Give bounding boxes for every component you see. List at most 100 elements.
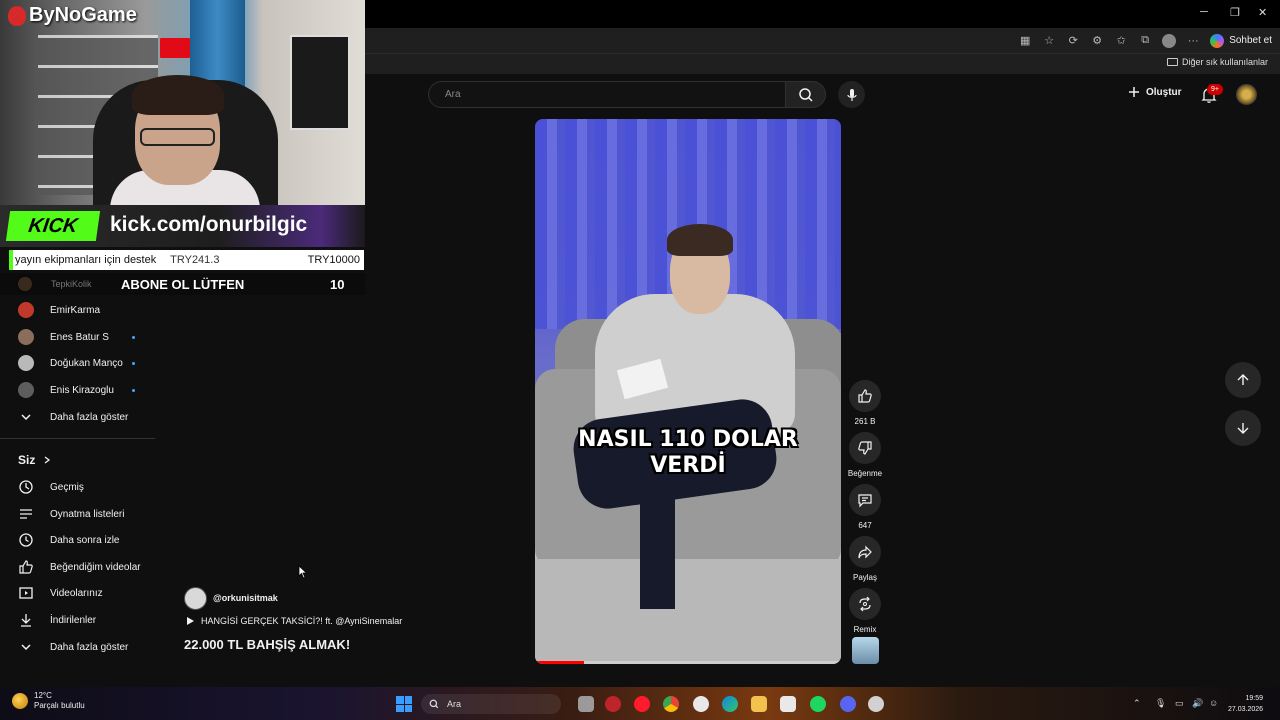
other-bookmarks-folder[interactable]: Diğer sık kullanılanlar [1166, 57, 1268, 67]
share-button[interactable]: Paylaş [848, 536, 882, 582]
sidebar-item-downloads[interactable]: İndirilenler [18, 609, 96, 631]
enis-kirazoglu-avatar [18, 382, 34, 398]
webcam-flag [160, 38, 190, 58]
enes-batur-avatar [18, 329, 34, 345]
share-circle [849, 536, 881, 568]
refresh-icon[interactable]: ⟳ [1066, 34, 1080, 48]
sidebar-item-label: Geçmiş [50, 481, 84, 493]
taskbar-search-label: Ara [447, 699, 462, 709]
notification-tray-icon[interactable]: ☺ [1209, 698, 1218, 708]
channel-name[interactable]: @orkunisitmak [213, 593, 278, 603]
subscribe-bar: TepkiKolik ABONE OL LÜTFEN 10 [0, 273, 365, 295]
remix-icon [859, 596, 871, 612]
like-count: 261 B [854, 417, 876, 426]
chrome-icon[interactable] [663, 696, 679, 712]
edge-icon[interactable] [722, 696, 738, 712]
show-more-label: Daha fazla göster [50, 641, 129, 653]
user-avatar[interactable] [1236, 84, 1257, 105]
create-button[interactable]: Oluştur [1128, 86, 1182, 98]
search-button[interactable] [786, 81, 826, 108]
voice-search-button[interactable] [838, 81, 865, 108]
like-button[interactable]: 261 B [848, 380, 882, 426]
sidebar-item-enis-kirazoglu[interactable]: Enis Kirazoglu [18, 379, 158, 401]
more-menu-button[interactable]: ··· [1186, 34, 1200, 48]
sidebar-item-emirkarma[interactable]: EmirKarma [18, 299, 100, 321]
sidebar-item-label: Beğendiğim videolar [50, 561, 141, 573]
show-more-subscriptions[interactable]: Daha fazla göster [18, 406, 128, 428]
opera-gx-icon[interactable] [605, 696, 621, 712]
chevron-right-icon [44, 456, 51, 464]
steam-icon[interactable] [868, 696, 884, 712]
channel-avatar[interactable] [184, 587, 207, 610]
app-grid-icon[interactable]: ▦ [1018, 34, 1032, 48]
task-view-icon[interactable] [578, 696, 594, 712]
sidebar-item-your-videos[interactable]: Videolarınız [18, 582, 103, 604]
sidebar-item-tepkikolik[interactable]: TepkiKolik [51, 279, 92, 289]
collections-icon[interactable]: ⧉ [1138, 34, 1152, 48]
extensions-icon[interactable]: ⚙ [1090, 34, 1104, 48]
spotify-icon[interactable] [810, 696, 826, 712]
sidebar-item-history[interactable]: Geçmiş [18, 476, 84, 498]
sidebar-item-label: Videolarınız [50, 587, 103, 599]
system-clock[interactable]: 19:59 27.03.2026 [1228, 693, 1263, 715]
sidebar-item-liked-videos[interactable]: Beğendiğim videolar [18, 556, 141, 578]
chat-button[interactable]: Sohbet et [1210, 33, 1272, 48]
tray-expand-icon[interactable]: ⌃ [1133, 698, 1141, 709]
webcam-poster [290, 35, 350, 130]
comments-circle [849, 484, 881, 516]
sidebar-item-dogukan-manco[interactable]: Doğukan Manço [18, 352, 158, 374]
sidebar-item-label: Enes Batur S [50, 331, 109, 343]
taskbar-search[interactable]: Ara [421, 694, 561, 714]
next-short-button[interactable] [1225, 410, 1261, 446]
search-input[interactable]: Ara [428, 81, 786, 108]
file-explorer-icon[interactable] [751, 696, 767, 712]
weather-temperature: 12°C [34, 691, 52, 700]
profile-avatar[interactable] [1162, 33, 1177, 48]
thumbs-down-icon [858, 441, 872, 455]
comments-button[interactable]: 647 [848, 484, 882, 530]
sidebar-item-enes-batur[interactable]: Enes Batur S [18, 326, 158, 348]
store-icon[interactable] [780, 696, 796, 712]
sidebar-item-label: İndirilenler [50, 614, 97, 626]
volume-tray-icon[interactable]: 🔊 [1192, 698, 1203, 709]
clock-date: 27.03.2026 [1228, 706, 1264, 713]
related-video-title: HANGİSİ GERÇEK TAKSİCİ?! ft. @AyniSinema… [201, 616, 403, 626]
minimize-button[interactable]: ─ [1200, 6, 1208, 18]
remix-circle [849, 588, 881, 620]
sidebar-item-playlists[interactable]: Oynatma listeleri [18, 503, 124, 525]
favorite-star-icon[interactable]: ☆ [1042, 34, 1056, 48]
bookmarks-bar: Diğer sık kullanılanlar [365, 53, 1280, 74]
download-icon [18, 612, 34, 628]
copilot-icon [1210, 33, 1225, 48]
weather-widget[interactable]: 12°C Parçalı bulutlu [12, 691, 85, 711]
dislike-button[interactable]: Beğenme [848, 432, 882, 478]
opera-icon[interactable] [634, 696, 650, 712]
thumbs-up-icon [858, 389, 872, 403]
discord-icon[interactable] [840, 696, 856, 712]
video-person-hair [667, 224, 733, 256]
search-icon [798, 87, 813, 102]
favorites-icon[interactable]: ✩ [1114, 34, 1128, 48]
you-section-heading[interactable]: Siz [18, 453, 51, 467]
maximize-button[interactable]: ❐ [1230, 6, 1240, 19]
sidebar-item-watch-later[interactable]: Daha sonra izle [18, 529, 119, 551]
short-video-player[interactable]: NASIL 110 DOLAR VERDİ [535, 119, 841, 664]
start-button[interactable] [396, 696, 412, 712]
close-window-button[interactable]: ✕ [1258, 6, 1267, 19]
microphone-tray-icon[interactable]: 🎙 [1155, 698, 1166, 709]
show-more-label: Daha fazla göster [50, 411, 129, 423]
sound-thumbnail[interactable] [852, 637, 879, 664]
donation-goal: TRY10000 [307, 254, 360, 266]
related-video-link[interactable]: HANGİSİ GERÇEK TAKSİCİ?! ft. @AyniSinema… [186, 616, 402, 626]
previous-short-button[interactable] [1225, 362, 1261, 398]
webcam-person-hair [132, 75, 224, 115]
show-more-you[interactable]: Daha fazla göster [18, 636, 128, 658]
yandex-icon[interactable] [693, 696, 709, 712]
remix-button[interactable]: Remix [848, 588, 882, 634]
windows-taskbar: 12°C Parçalı bulutlu Ara ⌃ 🎙 ▭ 🔊 ☺ 19:59… [0, 687, 1280, 720]
network-tray-icon[interactable]: ▭ [1175, 698, 1184, 709]
caption-line-1: NASIL 110 DOLAR [578, 427, 798, 452]
donation-current: TRY241.3 [170, 254, 220, 266]
video-progress-bar[interactable] [535, 661, 841, 664]
share-label: Paylaş [852, 573, 877, 582]
